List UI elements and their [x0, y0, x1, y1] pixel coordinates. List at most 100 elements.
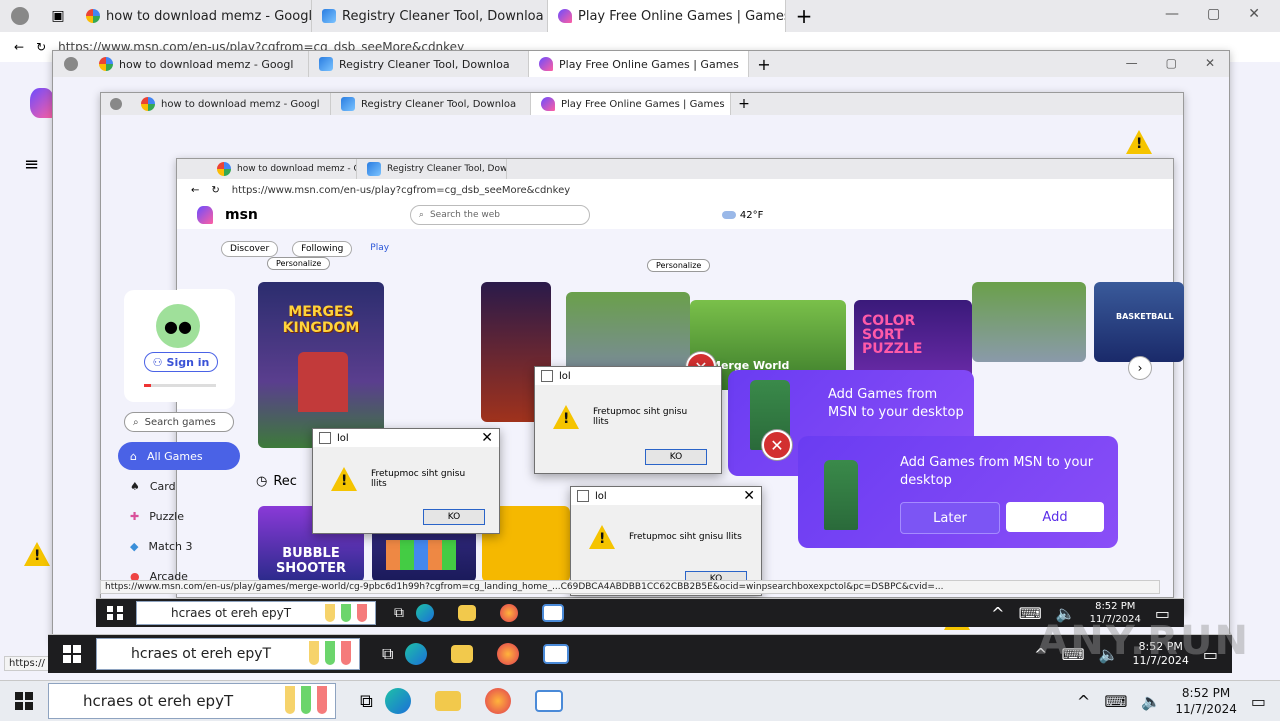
google-icon	[86, 9, 100, 23]
msn-icon	[541, 97, 555, 111]
personalize-button[interactable]: Personalize	[267, 257, 331, 270]
registry-icon	[319, 57, 333, 71]
chevron-up-icon[interactable]: ^	[991, 604, 1004, 623]
close-icon[interactable]: ✕	[743, 488, 755, 504]
taskbar-search[interactable]: hcraes ot ereh epyT	[96, 638, 360, 670]
notification-icon[interactable]: ▭	[1251, 692, 1266, 711]
carousel-next-button[interactable]: ›	[1128, 356, 1152, 380]
taskbar: hcraes ot ereh epyT ⧉ ^ ⌨ 🔈 8:52 PM 11/7/…	[0, 680, 1280, 721]
tab-registry[interactable]: Registry Cleaner Tool, Downloa✕	[312, 0, 548, 32]
start-button[interactable]	[0, 692, 48, 710]
ok-button[interactable]: KO	[423, 509, 485, 525]
app-window-icon[interactable]	[534, 690, 563, 712]
tab-google[interactable]: how to download memz - Googl	[131, 93, 331, 115]
tab-registry[interactable]: Registry Cleaner Tool, Downloa	[357, 159, 507, 179]
file-explorer-icon[interactable]	[458, 605, 476, 621]
network-icon[interactable]: ⌨	[1104, 692, 1127, 711]
edge-icon[interactable]	[416, 604, 434, 622]
close-window-icon[interactable]: ✕	[1248, 6, 1260, 22]
chevron-up-icon[interactable]: ^	[1077, 692, 1090, 711]
msn-logo-icon	[197, 206, 213, 224]
start-button[interactable]	[48, 645, 96, 663]
sign-in-button[interactable]: ⚇ Sign in	[144, 352, 218, 372]
tab-registry[interactable]: Registry Cleaner Tool, Downloa	[331, 93, 531, 115]
flask-icons	[325, 604, 367, 622]
start-button[interactable]	[96, 606, 136, 620]
minimize-icon[interactable]: —	[1165, 6, 1179, 22]
edge-icon[interactable]	[405, 643, 428, 665]
refresh-icon[interactable]: ↻	[36, 40, 46, 54]
file-explorer-icon[interactable]	[434, 691, 461, 711]
app-window-icon[interactable]	[543, 644, 570, 664]
registry-icon	[341, 97, 355, 111]
close-window-icon[interactable]: ✕	[1205, 56, 1215, 70]
category-card[interactable]: ♠ Card	[118, 472, 240, 500]
msn-logo-text: msn	[225, 207, 258, 223]
profile-avatar[interactable]	[101, 98, 131, 110]
tab-msn-games[interactable]: Play Free Online Games | Games	[529, 51, 749, 77]
task-view-icon[interactable]: ⧉	[382, 644, 393, 664]
game-tile-title: MERGES KINGDOM	[282, 304, 360, 336]
personalize-button-right[interactable]: Personalize	[647, 259, 711, 272]
promo-later-button[interactable]: Later	[900, 502, 1000, 534]
volume-icon[interactable]: 🔈	[1141, 692, 1161, 711]
tab-actions-icon[interactable]: ▣	[40, 8, 76, 24]
task-view-icon[interactable]: ⧉	[360, 691, 373, 712]
search-games-input[interactable]: ⌕ Search games	[124, 412, 234, 432]
warning-icon	[331, 467, 357, 491]
taskbar-search[interactable]: hcraes ot ereh epyT	[48, 683, 336, 719]
game-tile-basketball[interactable]: BASKETBALL	[1094, 282, 1184, 362]
search-input[interactable]: ⌕ Search the web	[409, 205, 590, 225]
promo-title: Add Games from MSN to your desktop	[828, 387, 964, 420]
game-tile-color-sort[interactable]: COLOR SORT PUZZLE	[854, 300, 972, 380]
category-puzzle[interactable]: ✚ Puzzle	[118, 502, 240, 530]
new-tab-button[interactable]: +	[731, 96, 757, 112]
weather-widget[interactable]: 42°F	[721, 210, 763, 221]
tab-registry[interactable]: Registry Cleaner Tool, Downloa	[309, 51, 529, 77]
profile-avatar[interactable]	[0, 7, 40, 25]
nav-following[interactable]: Following	[292, 241, 353, 257]
tab-google[interactable]: how to download memz - Googl	[207, 159, 357, 179]
tab-msn-games[interactable]: Play Free Online Games | Games	[531, 93, 731, 115]
tab-google[interactable]: how to download memz - Googl✕	[76, 0, 312, 32]
taskbar-inner-1: hcraes ot ereh epyT ⧉ ^ ⌨ 🔈 8:52 PM 11/7/…	[96, 598, 1184, 627]
tab-google[interactable]: how to download memz - Googl	[89, 51, 309, 77]
new-tab-button[interactable]: +	[786, 4, 822, 28]
firefox-icon[interactable]	[497, 643, 520, 665]
back-icon[interactable]: ←	[14, 40, 24, 54]
app-icon	[541, 370, 553, 382]
task-view-icon[interactable]: ⧉	[394, 605, 404, 621]
hamburger-icon[interactable]: ≡	[24, 154, 39, 175]
tab-msn-games[interactable]: Play Free Online Games | Games✕	[548, 0, 786, 32]
flask-icons	[309, 641, 351, 665]
warning-icon	[553, 405, 579, 429]
firefox-icon[interactable]	[500, 604, 518, 622]
category-all-games[interactable]: ⌂ All Games	[118, 442, 240, 470]
nav-discover[interactable]: Discover	[221, 241, 279, 257]
nav-play[interactable]: Play	[366, 241, 393, 257]
maximize-icon[interactable]: ▢	[1207, 6, 1220, 22]
maximize-icon[interactable]: ▢	[1166, 56, 1177, 70]
profile-avatar[interactable]	[53, 57, 89, 71]
firefox-icon[interactable]	[484, 688, 511, 714]
file-explorer-icon[interactable]	[451, 645, 474, 663]
category-match3[interactable]: ◆ Match 3	[118, 532, 240, 560]
game-tile-racing-2[interactable]	[972, 282, 1086, 362]
promo-add-button[interactable]: Add	[1006, 502, 1104, 532]
new-tab-button[interactable]: +	[749, 55, 779, 74]
close-icon[interactable]: ✕	[481, 430, 493, 446]
progress-bar	[144, 384, 216, 387]
message-dialog: lol Fretupmoc siht gnisu llits KO	[534, 366, 722, 474]
app-window-icon[interactable]	[542, 604, 564, 622]
back-icon[interactable]: ←	[191, 185, 199, 196]
game-tile-racing[interactable]	[566, 292, 690, 372]
url-field[interactable]: https://www.msn.com/en-us/play?cgfrom=cg…	[232, 185, 570, 196]
game-tile-title: COLOR SORT PUZZLE	[862, 313, 923, 357]
refresh-icon[interactable]: ↻	[211, 185, 219, 196]
game-tile-merges-kingdom[interactable]: MERGES KINGDOM	[258, 282, 384, 448]
edge-icon[interactable]	[384, 688, 411, 714]
taskbar-clock[interactable]: 8:52 PM 11/7/2024	[1175, 685, 1237, 717]
taskbar-search[interactable]: hcraes ot ereh epyT	[136, 601, 376, 625]
minimize-icon[interactable]: —	[1126, 56, 1138, 70]
ok-button[interactable]: KO	[645, 449, 707, 465]
